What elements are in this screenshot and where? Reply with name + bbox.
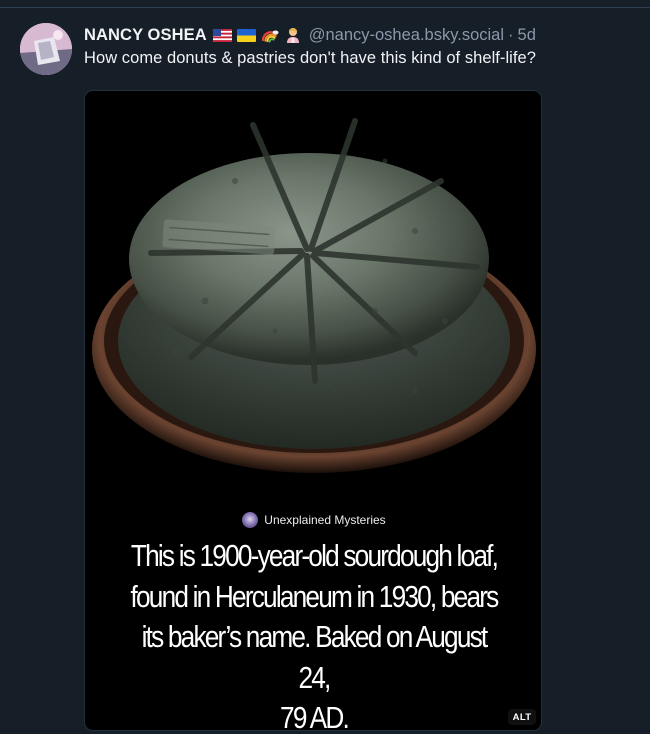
rainbow-icon xyxy=(261,30,279,43)
ukraine-flag-icon xyxy=(236,28,256,42)
author-emoji-flags xyxy=(212,26,302,44)
alt-text-button[interactable]: ALT xyxy=(508,709,536,725)
us-flag-icon xyxy=(212,28,232,42)
caption-line: This is 1900-year-old sourdough loaf, xyxy=(130,539,499,573)
source-logo-icon xyxy=(242,512,259,528)
post-text: How come donuts & pastries don't have th… xyxy=(84,49,536,67)
caption-line: its baker’s name. Baked on August 24, xyxy=(141,620,489,695)
post-header: NANCY OSHEA @nancy-oshea.bsky.social · 5… xyxy=(84,24,536,46)
time-separator: · xyxy=(508,25,514,44)
avatar-image xyxy=(20,23,72,75)
avatar[interactable] xyxy=(20,23,72,75)
author-handle[interactable]: @nancy-oshea.bsky.social xyxy=(309,26,504,45)
source-attribution: Unexplained Mysteries xyxy=(85,512,541,528)
caption-line: found in Herculaneum in 1930, bears xyxy=(130,579,500,614)
caption-line: 79 AD. xyxy=(280,701,350,731)
image-caption: This is 1900-year-old sourdough loaf, fo… xyxy=(126,536,503,731)
person-icon xyxy=(286,28,299,43)
source-name: Unexplained Mysteries xyxy=(264,513,386,527)
post-timestamp[interactable]: 5d xyxy=(518,26,536,45)
author-display-name[interactable]: NANCY OSHEA xyxy=(84,26,207,45)
post-image[interactable]: Unexplained Mysteries This is 1900-year-… xyxy=(84,90,542,731)
top-divider xyxy=(0,0,650,8)
